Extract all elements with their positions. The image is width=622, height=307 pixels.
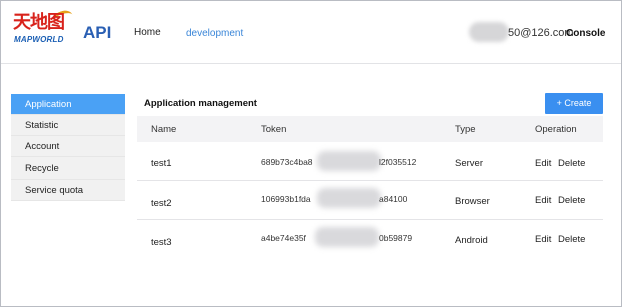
token-start: 106993b1fda <box>261 194 311 204</box>
app-type: Browser <box>455 196 490 207</box>
token-start: a4be74e35f <box>261 233 306 243</box>
column-header-operation: Operation <box>535 124 577 135</box>
delete-link[interactable]: Delete <box>558 234 585 245</box>
table-row: test2 106993b1fda a84100 Browser Edit De… <box>137 181 603 220</box>
application-table: Name Token Type Operation test1 689b73c4… <box>137 116 603 259</box>
sidebar-item-statistic[interactable]: Statistic <box>11 115 125 136</box>
token-end: a84100 <box>379 194 408 204</box>
app-name: test1 <box>151 158 172 169</box>
logo-english-text: MAPWORLD <box>14 35 64 44</box>
table-row: test1 689b73c4ba8 l2f035512 Server Edit … <box>137 142 603 181</box>
token-end: l2f035512 <box>379 157 417 167</box>
token-redaction <box>317 188 381 208</box>
column-header-type: Type <box>455 124 476 135</box>
app-name: test3 <box>151 237 172 248</box>
column-header-token: Token <box>261 124 287 135</box>
column-header-name: Name <box>151 124 177 135</box>
nav-development-link[interactable]: development <box>186 28 243 39</box>
sidebar-item-recycle[interactable]: Recycle <box>11 157 125 180</box>
logo-chinese-text: 天地图 <box>13 12 65 33</box>
token-end: 0b59879 <box>379 233 413 243</box>
user-email: 50@126.com <box>508 27 574 39</box>
edit-link[interactable]: Edit <box>535 234 551 245</box>
edit-link[interactable]: Edit <box>535 158 551 169</box>
delete-link[interactable]: Delete <box>558 195 585 206</box>
sidebar-item-account[interactable]: Account <box>11 136 125 157</box>
app-type: Android <box>455 235 488 246</box>
edit-link[interactable]: Edit <box>535 195 551 206</box>
top-header: 天地图 MAPWORLD API Home development 50@126… <box>1 1 621 64</box>
nav-home-link[interactable]: Home <box>134 27 161 38</box>
sidebar-item-application[interactable]: Application <box>11 94 125 115</box>
mapworld-logo[interactable]: 天地图 MAPWORLD <box>13 8 75 47</box>
api-title: API <box>83 23 112 42</box>
token-redaction <box>317 151 381 171</box>
sidebar-item-service-quota[interactable]: Service quota <box>11 180 125 201</box>
sidebar-menu: Application Statistic Account Recycle Se… <box>11 94 125 201</box>
console-link[interactable]: Console <box>566 28 605 39</box>
delete-link[interactable]: Delete <box>558 158 585 169</box>
token-redaction <box>315 227 379 247</box>
email-redaction <box>469 22 509 42</box>
app-type: Server <box>455 158 483 169</box>
create-button[interactable]: + Create <box>545 93 603 114</box>
app-window: 天地图 MAPWORLD API Home development 50@126… <box>0 0 622 307</box>
token-start: 689b73c4ba8 <box>261 157 313 167</box>
page-title: Application management <box>144 98 257 109</box>
table-row: test3 a4be74e35f 0b59879 Android Edit De… <box>137 220 603 259</box>
app-name: test2 <box>151 198 172 209</box>
table-header: Name Token Type Operation <box>137 116 603 142</box>
